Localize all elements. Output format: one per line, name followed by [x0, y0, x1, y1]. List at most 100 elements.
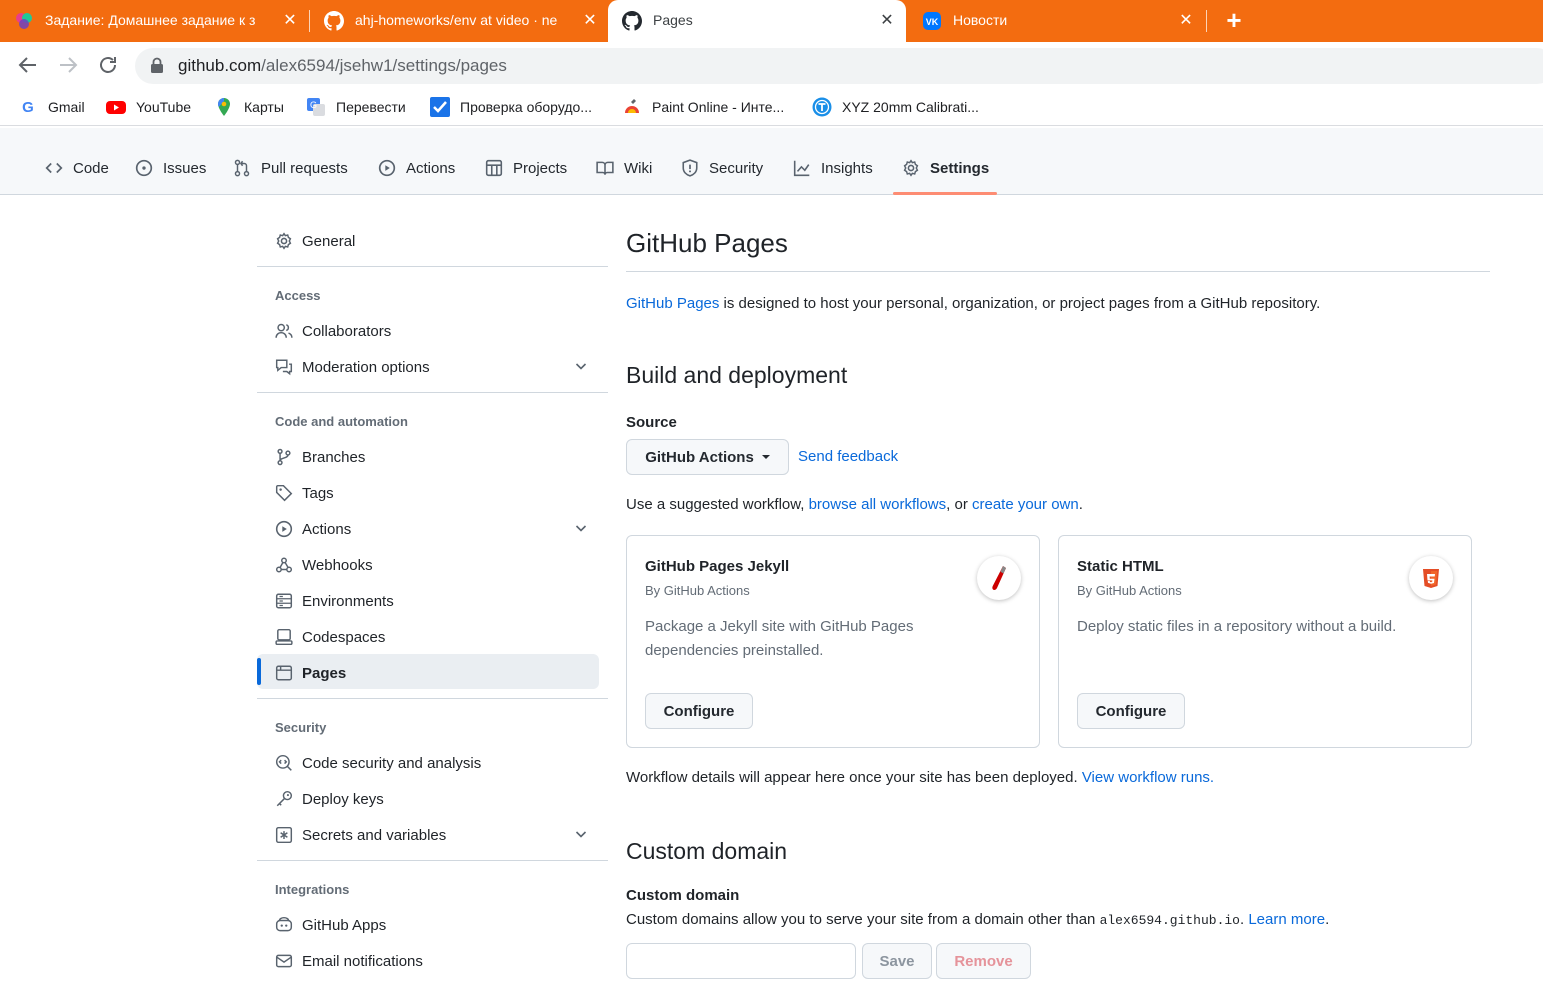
sidebar-item-deploy-keys[interactable]: Deploy keys: [275, 787, 384, 811]
repo-tab-code[interactable]: Code: [45, 156, 109, 180]
bookmark-youtube[interactable]: YouTube: [106, 96, 191, 118]
sidebar-item-general[interactable]: General: [275, 229, 355, 253]
repo-nav: Code Issues Pull requests Actions Projec…: [0, 128, 1543, 195]
reload-icon[interactable]: [96, 53, 120, 77]
browser-tab-news[interactable]: VK Новости ✕: [908, 0, 1203, 42]
sidebar-item-collaborators[interactable]: Collaborators: [275, 319, 391, 343]
bookmark-maps[interactable]: Карты: [214, 96, 284, 118]
codespaces-icon: [275, 628, 293, 646]
sidebar-item-secrets[interactable]: Secrets and variables: [275, 823, 446, 847]
chevron-down-icon[interactable]: [573, 358, 589, 374]
gear-icon: [276, 232, 292, 250]
repo-tab-label: Security: [709, 159, 764, 177]
sidebar-item-label: Tags: [302, 484, 334, 502]
configure-jekyll-button[interactable]: Configure: [645, 693, 753, 729]
sidebar-item-environments[interactable]: Environments: [275, 589, 394, 613]
sidebar-item-label: Email notifications: [302, 952, 423, 970]
repo-tab-issues[interactable]: Issues: [135, 156, 206, 180]
repo-tab-security[interactable]: Security: [681, 156, 763, 180]
remove-button[interactable]: Remove: [936, 943, 1031, 979]
copilot-icon: [275, 916, 293, 932]
custom-domain-heading: Custom domain: [626, 838, 788, 864]
gear-icon: [903, 159, 919, 177]
svg-text:G: G: [22, 99, 34, 116]
asterisk-icon: [275, 826, 293, 844]
sidebar-item-code-security[interactable]: Code security and analysis: [275, 751, 481, 775]
sidebar-item-pages[interactable]: Pages: [275, 661, 346, 685]
sidebar-item-actions[interactable]: Actions: [275, 517, 351, 541]
back-arrow-icon[interactable]: [16, 53, 40, 77]
view-workflow-runs-link[interactable]: View workflow runs.: [1082, 769, 1214, 786]
learn-more-link[interactable]: Learn more: [1248, 911, 1325, 928]
create-workflow-link[interactable]: create your own: [972, 496, 1079, 513]
sidebar-item-branches[interactable]: Branches: [275, 445, 365, 469]
configure-static-html-button[interactable]: Configure: [1077, 693, 1185, 729]
key-icon: [276, 790, 293, 807]
custom-domain-input[interactable]: [626, 943, 856, 979]
source-value: GitHub Actions: [645, 448, 754, 466]
repo-tab-pull-requests[interactable]: Pull requests: [233, 156, 348, 180]
custom-desc-prefix: Custom domains allow you to serve your s…: [626, 911, 1100, 928]
chevron-down-icon[interactable]: [573, 520, 589, 536]
bookmark-xyz-calibration[interactable]: XYZ 20mm Calibrati...: [812, 96, 979, 118]
sidebar-item-tags[interactable]: Tags: [275, 481, 334, 505]
repo-tab-wiki[interactable]: Wiki: [596, 156, 652, 180]
title-divider: [626, 271, 1490, 272]
send-feedback-link[interactable]: Send feedback: [798, 448, 898, 465]
bookmark-hardware-check[interactable]: Проверка оборудо...: [430, 96, 592, 118]
sidebar-item-github-apps[interactable]: GitHub Apps: [275, 913, 386, 937]
forward-arrow-icon[interactable]: [56, 53, 80, 77]
repo-tab-settings[interactable]: Settings: [902, 156, 989, 180]
sidebar-item-moderation[interactable]: Moderation options: [275, 355, 430, 379]
sidebar-item-codespaces[interactable]: Codespaces: [275, 625, 385, 649]
source-label: Source: [626, 414, 677, 431]
paint-icon: [625, 99, 639, 113]
url-path: /alex6594/jsehw1/settings/pages: [261, 56, 507, 75]
svg-text:G: G: [310, 100, 317, 110]
card-title: Static HTML: [1077, 558, 1164, 575]
bookmark-translate[interactable]: G Перевести: [306, 96, 406, 118]
git-branch-icon: [277, 448, 291, 466]
repo-tab-insights[interactable]: Insights: [793, 156, 873, 180]
bookmark-label: YouTube: [136, 99, 192, 115]
github-pages-link[interactable]: GitHub Pages: [626, 295, 719, 312]
intro-text: is designed to host your personal, organ…: [719, 295, 1321, 312]
tab-title: Задание: Домашнее задание к з: [45, 12, 256, 28]
repo-tab-actions[interactable]: Actions: [378, 156, 455, 180]
repo-tab-label: Actions: [406, 159, 456, 177]
url-text[interactable]: github.com/alex6594/jsehw1/settings/page…: [178, 56, 507, 76]
sidebar-item-label: Codespaces: [302, 628, 386, 646]
browser-tab-assignment[interactable]: Задание: Домашнее задание к з ✕: [0, 0, 305, 42]
repo-tab-projects[interactable]: Projects: [485, 156, 567, 180]
page-title: GitHub Pages: [626, 228, 788, 258]
lock-icon[interactable]: [150, 57, 164, 73]
sidebar-item-email-notifications[interactable]: Email notifications: [275, 949, 423, 973]
sidebar-item-label: Secrets and variables: [302, 826, 447, 844]
source-dropdown[interactable]: GitHub Actions: [626, 439, 789, 475]
close-icon[interactable]: ✕: [879, 12, 895, 30]
bookmarks-bar: G Gmail YouTube Карты G Перевести Провер…: [0, 88, 1543, 126]
workflow-text: Workflow details will appear here once y…: [626, 769, 1082, 786]
browse-workflows-link[interactable]: browse all workflows: [809, 496, 947, 513]
close-icon[interactable]: ✕: [582, 12, 598, 30]
tab-title: Pages: [653, 12, 693, 28]
mail-icon: [275, 954, 293, 968]
save-button[interactable]: Save: [862, 943, 932, 979]
sidebar-item-webhooks[interactable]: Webhooks: [275, 553, 373, 577]
sidebar-item-label: General: [302, 232, 356, 250]
browser-tab-pages[interactable]: Pages ✕: [608, 0, 906, 42]
translate-icon: G: [307, 98, 325, 116]
workflow-card-static-html: Static HTML By GitHub Actions Deploy sta…: [1058, 535, 1472, 748]
close-icon[interactable]: ✕: [282, 12, 298, 30]
bookmark-gmail[interactable]: G Gmail: [18, 96, 84, 118]
card-author: By GitHub Actions: [1077, 583, 1182, 598]
close-icon[interactable]: ✕: [1178, 12, 1194, 30]
suggest-prefix: Use a suggested workflow,: [626, 496, 809, 513]
card-description: Deploy static files in a repository with…: [1077, 618, 1397, 635]
new-tab-button[interactable]: +: [1222, 7, 1246, 33]
repo-tab-label: Settings: [930, 159, 990, 177]
bookmark-paint-online[interactable]: Paint Online - Инте...: [622, 96, 784, 118]
chevron-down-icon[interactable]: [573, 826, 589, 842]
jekyll-icon: [977, 556, 1021, 600]
browser-tab-ahj-homeworks[interactable]: ahj-homeworks/env at video · ne ✕: [310, 0, 606, 42]
